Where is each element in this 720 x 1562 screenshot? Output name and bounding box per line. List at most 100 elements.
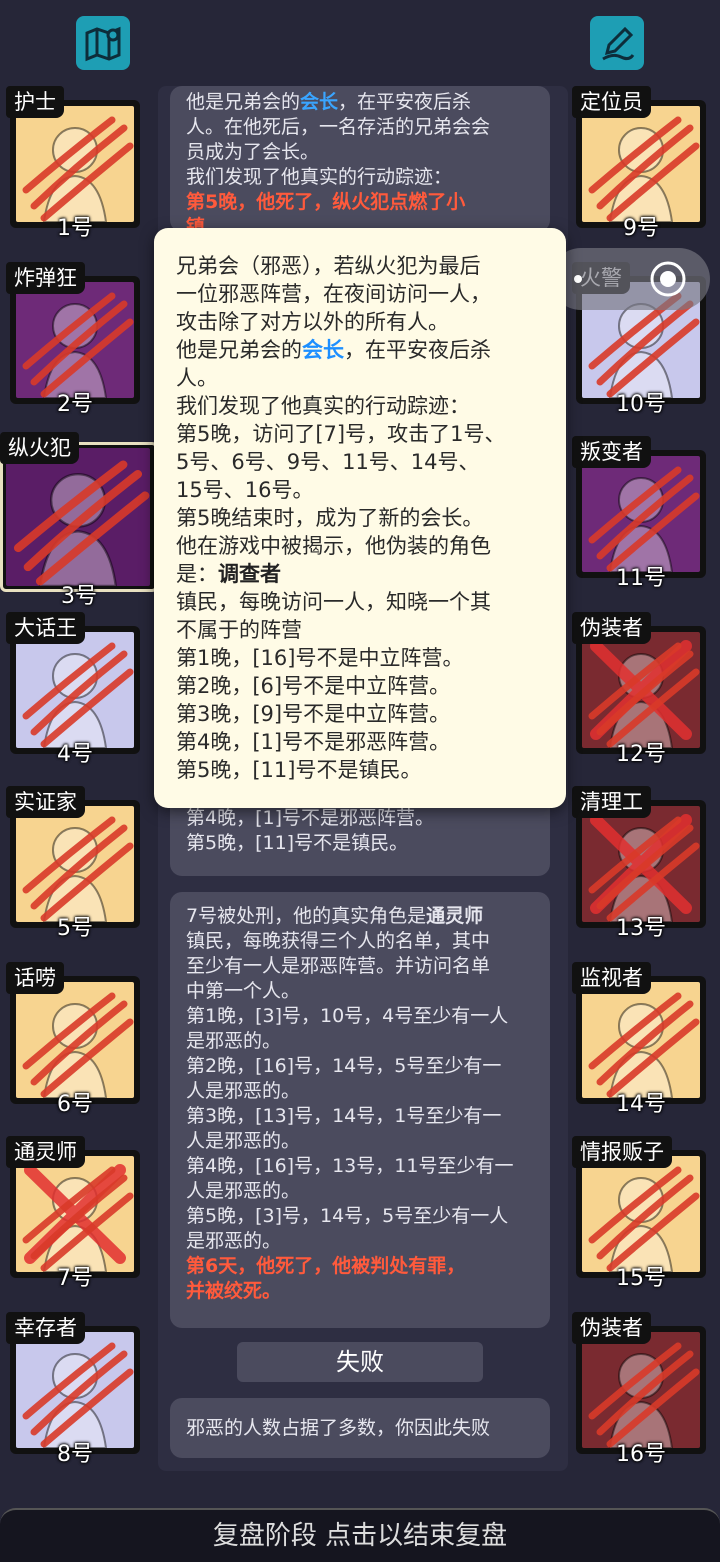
- popup-text: 我们发现了他真实的行动踪迹：: [176, 394, 470, 418]
- player-card[interactable]: 伪装者 16号: [572, 1312, 710, 1467]
- log-text: 我们发现了他真实的行动踪迹：: [186, 166, 453, 188]
- card-role-title: 伪装者: [572, 1312, 651, 1344]
- log-text: 员成为了会长。: [186, 141, 320, 163]
- card-role-title: 护士: [6, 86, 64, 118]
- card-portrait: [16, 632, 134, 748]
- card-portrait: [16, 806, 134, 922]
- popup-text: 第5晚，[11]号不是镇民。: [176, 758, 422, 782]
- log-text: 是邪恶的。: [186, 1230, 282, 1252]
- log-text: 镇民，每晚获得三个人的名单，其中: [186, 930, 491, 952]
- log-text: 是邪恶的。: [186, 1030, 282, 1052]
- popup-text: 第2晚，[6]号不是中立阵营。: [176, 674, 451, 698]
- player-card[interactable]: 定位员 9号: [572, 86, 710, 241]
- popup-text: 人。: [176, 366, 218, 390]
- card-portrait: [16, 1332, 134, 1448]
- card-player-number: 14号: [616, 1092, 666, 1117]
- popup-text: 他在游戏中被揭示，他伪装的角色: [176, 534, 491, 558]
- card-role-title: 叛变者: [572, 436, 651, 468]
- popup-highlight: 会长: [302, 338, 344, 362]
- role-detail-popup[interactable]: 兄弟会（邪恶），若纵火犯为最后 一位邪恶阵营，在夜间访问一人， 攻击除了对方以外…: [154, 228, 566, 808]
- popup-text: 第5晚，访问了[7]号，攻击了1号、: [176, 422, 506, 446]
- card-role-title: 幸存者: [6, 1312, 85, 1344]
- player-card[interactable]: 清理工 13号: [572, 786, 710, 941]
- popup-text: 是：: [176, 562, 218, 586]
- card-player-number: 8号: [57, 1442, 93, 1467]
- card-player-number: 1号: [57, 216, 93, 241]
- player-card[interactable]: 话唠 6号: [6, 962, 144, 1117]
- player-card[interactable]: 伪装者 12号: [572, 612, 710, 767]
- log-text: 人是邪恶的。: [186, 1130, 301, 1152]
- log-highlight: 会长: [300, 91, 339, 113]
- popup-text: 15号、16号。: [176, 478, 314, 502]
- card-player-number: 11号: [616, 566, 666, 591]
- floating-widget[interactable]: [550, 248, 710, 310]
- card-portrait: [582, 982, 700, 1098]
- card-role-title: 监视者: [572, 962, 651, 994]
- log-death-text: 并被绞死。: [186, 1280, 282, 1302]
- card-portrait: [16, 982, 134, 1098]
- player-card[interactable]: 情报贩子 15号: [572, 1136, 710, 1291]
- card-player-number: 10号: [616, 392, 666, 417]
- card-role-title: 炸弹狂: [6, 262, 85, 294]
- card-player-number: 5号: [57, 916, 93, 941]
- fail-message: 邪恶的人数占据了多数，你因此失败: [186, 1417, 491, 1439]
- popup-text: 兄弟会（邪恶），若纵火犯为最后: [176, 254, 481, 278]
- player-card[interactable]: 幸存者 8号: [6, 1312, 144, 1467]
- log-death-text: 第5晚，他死了，纵火犯点燃了小: [186, 191, 466, 213]
- card-portrait: [16, 282, 134, 398]
- card-role-title: 大话王: [6, 612, 85, 644]
- log-text: 至少有一人是邪恶阵营。并访问名单: [186, 955, 491, 977]
- log-text: 第5晚，[3]号，14号，5号至少有一人: [186, 1205, 509, 1227]
- popup-text: 第1晚，[16]号不是中立阵营。: [176, 646, 464, 670]
- card-player-number: 6号: [57, 1092, 93, 1117]
- player-card[interactable]: 叛变者 11号: [572, 436, 710, 591]
- log-role: 通灵师: [426, 905, 484, 927]
- card-portrait: [16, 106, 134, 222]
- popup-text: 一位邪恶阵营，在夜间访问一人，: [176, 282, 491, 306]
- player-card[interactable]: 通灵师 7号: [6, 1136, 144, 1291]
- card-portrait: [582, 106, 700, 222]
- map-pin-icon[interactable]: [76, 16, 130, 70]
- player-card[interactable]: 实证家 5号: [6, 786, 144, 941]
- card-portrait: [582, 456, 700, 572]
- card-role-title: 话唠: [6, 962, 64, 994]
- player-card[interactable]: 炸弹狂 2号: [6, 262, 144, 417]
- popup-text: 攻击除了对方以外的所有人。: [176, 310, 449, 334]
- card-portrait: [6, 448, 150, 586]
- popup-text: 不属于的阵营: [176, 618, 302, 642]
- popup-text: 他是兄弟会的: [176, 338, 302, 362]
- card-portrait: [582, 806, 700, 922]
- card-portrait: [582, 1156, 700, 1272]
- edit-pen-icon[interactable]: [590, 16, 644, 70]
- log-text: 第1晚，[3]号，10号，4号至少有一人: [186, 1005, 509, 1027]
- card-role-title: 实证家: [6, 786, 85, 818]
- player-card[interactable]: 护士 1号: [6, 86, 144, 241]
- card-role-title: 情报贩子: [572, 1136, 672, 1168]
- log-text: 第3晚，[13]号，14号，1号至少有一: [186, 1105, 502, 1127]
- player-card[interactable]: 大话王 4号: [6, 612, 144, 767]
- card-player-number: 16号: [616, 1442, 666, 1467]
- result-message: 邪恶的人数占据了多数，你因此失败: [170, 1398, 550, 1458]
- result-fail-label: 失败: [237, 1342, 483, 1382]
- log-text: 第4晚，[1]号不是邪恶阵营。: [186, 807, 435, 829]
- log-text: 人。在他死后，一名存活的兄弟会会: [186, 116, 491, 138]
- card-player-number: 3号: [61, 584, 97, 609]
- popup-text: 第5晚结束时，成为了新的会长。: [176, 506, 484, 530]
- log-text: 人是邪恶的。: [186, 1080, 301, 1102]
- end-review-button[interactable]: 复盘阶段 点击以结束复盘: [0, 1508, 720, 1562]
- card-portrait: [16, 1156, 134, 1272]
- log-text: ，在平安夜后杀: [338, 91, 472, 113]
- card-role-title: 通灵师: [6, 1136, 85, 1168]
- popup-text: 镇民，每晚访问一人，知晓一个其: [176, 590, 491, 614]
- log-entry-arsonist: 他是兄弟会的会长，在平安夜后杀 人。在他死后，一名存活的兄弟会会 员成为了会长。…: [170, 86, 550, 238]
- card-role-title: 定位员: [572, 86, 651, 118]
- player-card[interactable]: 监视者 14号: [572, 962, 710, 1117]
- card-player-number: 12号: [616, 742, 666, 767]
- log-text: 第4晚，[16]号，13号，11号至少有一: [186, 1155, 514, 1177]
- card-player-number: 2号: [57, 392, 93, 417]
- player-card[interactable]: 纵火犯 3号: [0, 432, 158, 609]
- card-player-number: 4号: [57, 742, 93, 767]
- log-text: 中第一个人。: [186, 980, 301, 1002]
- log-text: 第2晚，[16]号，14号，5号至少有一: [186, 1055, 502, 1077]
- card-player-number: 15号: [616, 1266, 666, 1291]
